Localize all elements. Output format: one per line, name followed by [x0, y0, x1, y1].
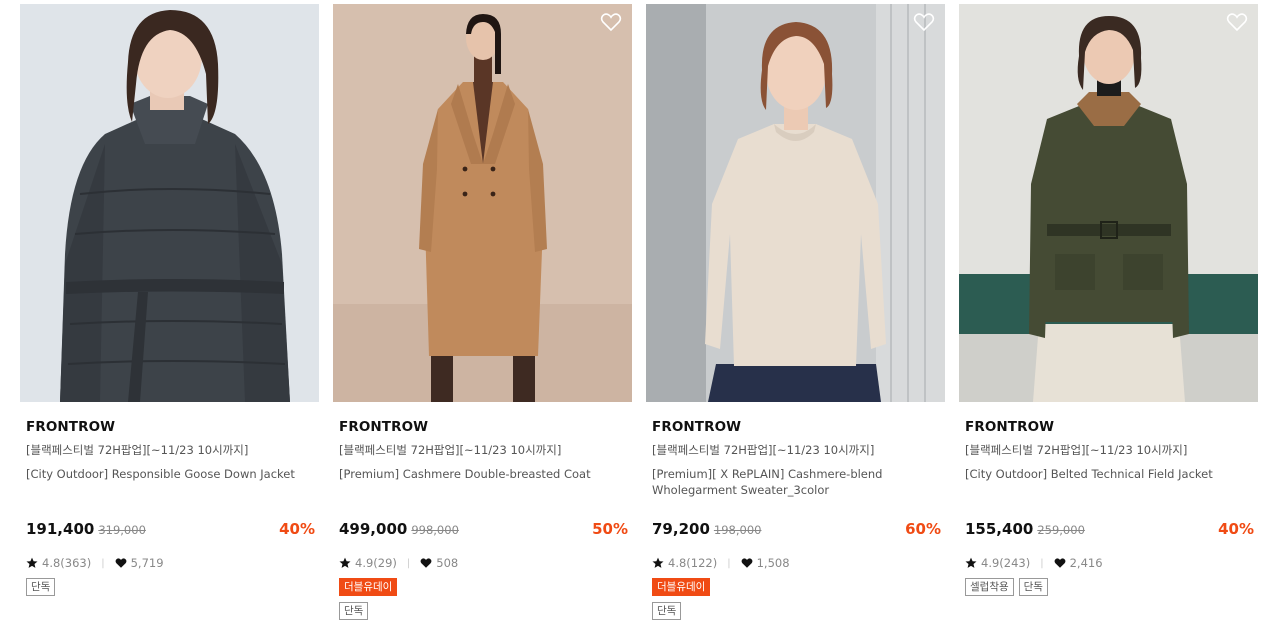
review-meta: 4.8(363) | 5,719 — [26, 555, 164, 571]
star-icon — [965, 557, 977, 569]
price-row: 191,400 319,000 40% — [26, 519, 315, 539]
product-image-cashmere-coat[interactable] — [333, 4, 632, 402]
sale-price: 499,000 — [339, 520, 408, 538]
tag-area: 더블유데이 단독 — [652, 578, 942, 626]
discount-rate: 40% — [279, 520, 315, 538]
discount-rate: 50% — [592, 520, 628, 538]
promo-text: [블랙페스티벌 72H팝업][~11/23 10시까지] — [339, 443, 562, 457]
price-row: 155,400 259,000 40% — [965, 519, 1254, 539]
original-price: 198,000 — [713, 523, 762, 537]
wishlist-heart-icon[interactable] — [600, 12, 622, 32]
sale-price: 79,200 — [652, 520, 710, 538]
star-icon — [26, 557, 38, 569]
discount-rate: 60% — [905, 520, 941, 538]
tag-exclusive: 단독 — [26, 578, 56, 596]
original-price: 998,000 — [411, 523, 459, 537]
sale-price: 191,400 — [26, 520, 95, 538]
tag-exclusive: 단독 — [339, 602, 369, 620]
tag-area: 더블유데이 단독 — [339, 578, 629, 626]
heart-filled-icon — [420, 557, 432, 569]
promo-text: [블랙페스티벌 72H팝업][~11/23 10시까지] — [965, 443, 1188, 457]
original-price: 259,000 — [1037, 523, 1085, 537]
original-price: 319,000 — [98, 523, 146, 537]
heart-filled-icon — [115, 557, 127, 569]
star-icon — [339, 557, 351, 569]
rating-text: 4.9(243) — [981, 556, 1031, 570]
tag-area: 셀럽착용 단독 — [965, 578, 1255, 602]
like-count: 508 — [436, 556, 459, 570]
like-count: 5,719 — [130, 556, 164, 570]
tag-exclusive: 단독 — [652, 602, 682, 620]
wishlist-heart-icon[interactable] — [1226, 12, 1248, 32]
product-name[interactable]: [Premium][ X RePLAIN] Cashmere-blend Who… — [652, 466, 942, 500]
meta-divider: | — [727, 557, 731, 569]
promo-text: [블랙페스티벌 72H팝업][~11/23 10시까지] — [652, 443, 875, 457]
meta-divider: | — [406, 557, 411, 569]
rating-text: 4.8(122) — [668, 556, 718, 570]
wishlist-heart-icon[interactable] — [913, 12, 935, 32]
tag-area: 단독 — [26, 578, 316, 602]
brand-name[interactable]: FRONTROW — [652, 418, 942, 436]
review-meta: 4.9(29) | 508 — [339, 555, 458, 571]
product-card[interactable]: FRONTROW [블랙페스티벌 72H팝업][~11/23 10시까지] [C… — [20, 4, 319, 634]
heart-filled-icon — [1054, 557, 1066, 569]
tag-celeb-worn: 셀럽착용 — [965, 578, 1014, 596]
brand-name[interactable]: FRONTROW — [339, 418, 629, 436]
meta-divider: | — [1040, 557, 1044, 569]
star-icon — [652, 557, 664, 569]
review-meta: 4.8(122) | 1,508 — [652, 555, 790, 571]
heart-filled-icon — [741, 557, 753, 569]
badge-w-day: 더블유데이 — [339, 578, 398, 596]
product-image-field-jacket[interactable] — [959, 4, 1258, 402]
brand-name[interactable]: FRONTROW — [965, 418, 1255, 436]
product-name[interactable]: [Premium] Cashmere Double-breasted Coat — [339, 466, 629, 500]
product-grid: FRONTROW [블랙페스티벌 72H팝업][~11/23 10시까지] [C… — [20, 4, 1258, 634]
product-card[interactable]: FRONTROW [블랙페스티벌 72H팝업][~11/23 10시까지] [P… — [333, 4, 632, 634]
price-row: 79,200 198,000 60% — [652, 519, 941, 539]
discount-rate: 40% — [1218, 520, 1254, 538]
tag-exclusive: 단독 — [1018, 578, 1048, 596]
product-name[interactable]: [City Outdoor] Belted Technical Field Ja… — [965, 466, 1255, 500]
product-card[interactable]: FRONTROW [블랙페스티벌 72H팝업][~11/23 10시까지] [P… — [646, 4, 945, 634]
review-meta: 4.9(243) | 2,416 — [965, 555, 1103, 571]
promo-text: [블랙페스티벌 72H팝업][~11/23 10시까지] — [26, 443, 249, 457]
product-card[interactable]: FRONTROW [블랙페스티벌 72H팝업][~11/23 10시까지] [C… — [959, 4, 1258, 634]
product-image-cashmere-sweater[interactable] — [646, 4, 945, 402]
meta-divider: | — [101, 557, 105, 569]
price-row: 499,000 998,000 50% — [339, 519, 628, 539]
brand-name[interactable]: FRONTROW — [26, 418, 316, 436]
sale-price: 155,400 — [965, 520, 1034, 538]
product-image-down-jacket[interactable] — [20, 4, 319, 402]
product-name[interactable]: [City Outdoor] Responsible Goose Down Ja… — [26, 466, 316, 500]
like-count: 2,416 — [1069, 556, 1103, 570]
like-count: 1,508 — [756, 556, 790, 570]
rating-text: 4.9(29) — [355, 556, 397, 570]
badge-w-day: 더블유데이 — [652, 578, 711, 596]
rating-text: 4.8(363) — [42, 556, 92, 570]
